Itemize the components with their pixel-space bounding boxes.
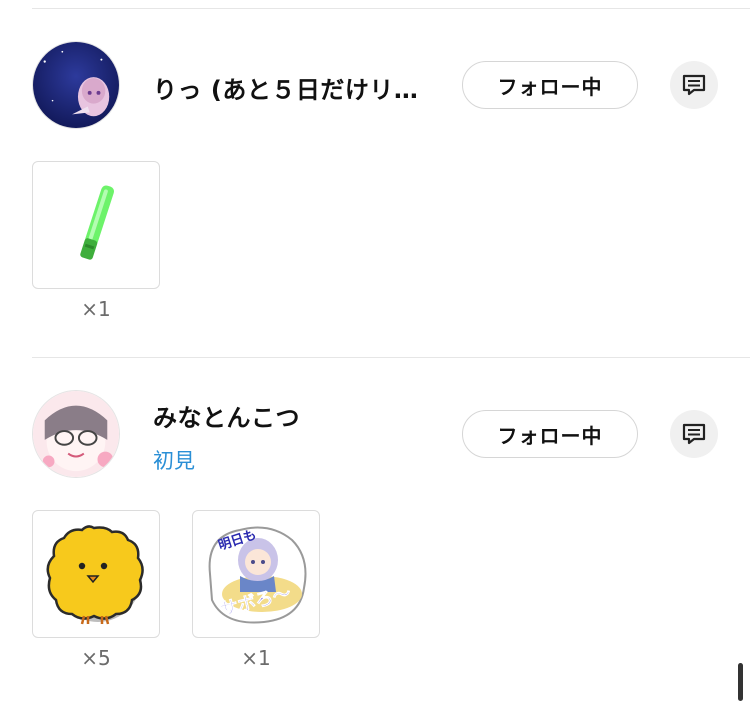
divider-top bbox=[32, 8, 750, 9]
avatar-image bbox=[33, 391, 119, 477]
gift-card-sticker[interactable]: 明日も サボろ〜 bbox=[192, 510, 320, 638]
chibi-sticker-gift-icon: 明日も サボろ〜 bbox=[208, 526, 307, 624]
scrollbar[interactable] bbox=[738, 663, 743, 701]
gift-card-penlight[interactable] bbox=[32, 161, 160, 289]
gift-count: ×1 bbox=[81, 297, 111, 321]
message-button[interactable] bbox=[670, 410, 718, 458]
gift-count: ×5 bbox=[81, 646, 111, 670]
avatar-user-1[interactable] bbox=[32, 41, 120, 129]
following-button[interactable]: フォロー中 bbox=[462, 61, 638, 109]
message-icon bbox=[682, 423, 706, 445]
avatar-image bbox=[33, 42, 119, 128]
message-button[interactable] bbox=[670, 61, 718, 109]
gift-count: ×1 bbox=[241, 646, 271, 670]
avatar-user-2[interactable] bbox=[32, 390, 120, 478]
first-time-tag: 初見 bbox=[153, 449, 195, 473]
following-button[interactable]: フォロー中 bbox=[462, 410, 638, 458]
penlight-gift-icon bbox=[80, 185, 115, 260]
message-icon bbox=[682, 74, 706, 96]
gift-card-chick[interactable] bbox=[32, 510, 160, 638]
username[interactable]: りっ (あと５日だけリ… bbox=[153, 70, 418, 105]
username[interactable]: みなとんこつ bbox=[153, 398, 300, 433]
divider-middle bbox=[32, 357, 750, 358]
chick-gift-icon bbox=[46, 525, 144, 625]
